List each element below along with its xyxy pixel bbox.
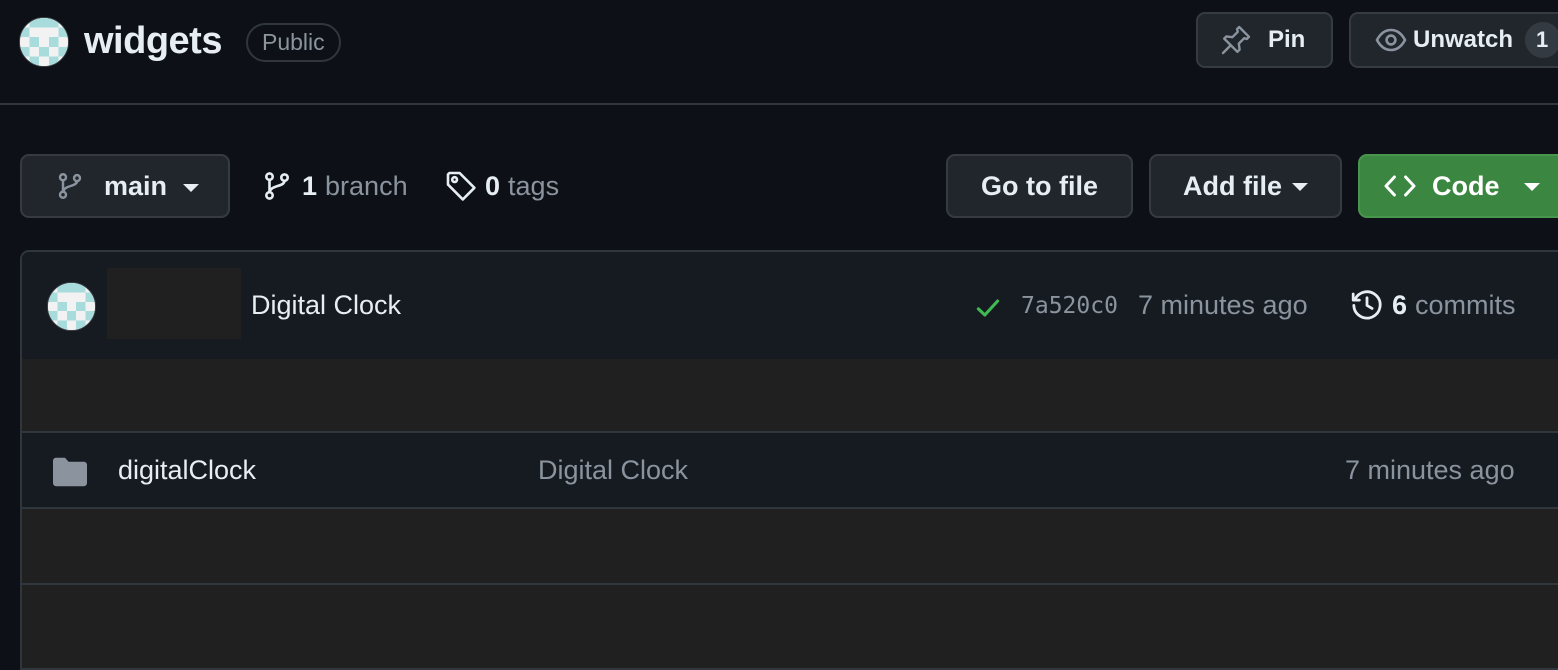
commit-sha-link[interactable]: 7a520c0	[1021, 293, 1118, 319]
owner-avatar[interactable]	[19, 17, 69, 67]
code-icon	[1384, 170, 1416, 202]
tag-word: tags	[508, 170, 560, 201]
branch-count: 1	[302, 170, 318, 201]
chevron-down-icon	[1523, 183, 1540, 191]
empty-row	[22, 585, 1558, 668]
file-age: 7 minutes ago	[1345, 455, 1515, 485]
folder-name-link[interactable]: digitalClock	[118, 455, 256, 486]
current-branch-label: main	[104, 170, 168, 201]
tag-count: 0	[485, 170, 501, 201]
code-label: Code	[1432, 170, 1500, 201]
add-file-button[interactable]: Add file	[1149, 154, 1342, 218]
pin-icon	[1220, 24, 1252, 56]
empty-row	[22, 509, 1558, 583]
redacted-author-name	[107, 268, 241, 339]
add-file-label: Add file	[1183, 170, 1282, 201]
commit-message-link[interactable]: Digital Clock	[251, 290, 401, 321]
code-button[interactable]: Code	[1358, 154, 1558, 218]
repo-name[interactable]: widgets	[84, 20, 222, 63]
branches-link[interactable]: 1 branch	[262, 168, 408, 204]
history-icon	[1350, 288, 1384, 322]
unwatch-label: Unwatch	[1413, 26, 1514, 53]
commit-word: commits	[1415, 289, 1516, 320]
unwatch-button[interactable]: Unwatch 1	[1349, 12, 1558, 68]
eye-icon	[1375, 24, 1407, 56]
commit-count: 6	[1392, 289, 1408, 320]
git-branch-icon	[56, 172, 84, 200]
latest-commit-bar: Digital Clock 7a520c0 7 minutes ago 6 co…	[22, 252, 1558, 359]
git-branch-icon	[262, 171, 292, 201]
commits-history-link[interactable]: 6 commits	[1350, 288, 1516, 322]
branch-word: branch	[325, 170, 408, 201]
tags-link[interactable]: 0 tags	[445, 168, 559, 204]
commit-time: 7 minutes ago	[1138, 290, 1308, 320]
watch-count-badge: 1	[1525, 22, 1558, 58]
file-commit-message-link[interactable]: Digital Clock	[538, 455, 688, 486]
tag-icon	[445, 170, 477, 202]
repo-header: widgets Public Pin Unwatch 1	[0, 0, 1558, 105]
visibility-badge: Public	[246, 23, 341, 62]
pin-label: Pin	[1268, 26, 1306, 53]
pin-button[interactable]: Pin	[1196, 12, 1333, 68]
chevron-down-icon	[1292, 183, 1308, 191]
commit-author-avatar[interactable]	[47, 282, 96, 331]
branch-select-button[interactable]: main	[20, 154, 230, 218]
file-row[interactable]: digitalClock Digital Clock 7 minutes ago	[22, 433, 1558, 507]
file-list: Digital Clock 7a520c0 7 minutes ago 6 co…	[20, 250, 1558, 670]
chevron-down-icon	[183, 183, 200, 192]
go-to-file-button[interactable]: Go to file	[946, 154, 1133, 218]
folder-icon	[53, 457, 87, 487]
empty-row	[22, 359, 1558, 431]
check-icon[interactable]	[974, 294, 1002, 322]
